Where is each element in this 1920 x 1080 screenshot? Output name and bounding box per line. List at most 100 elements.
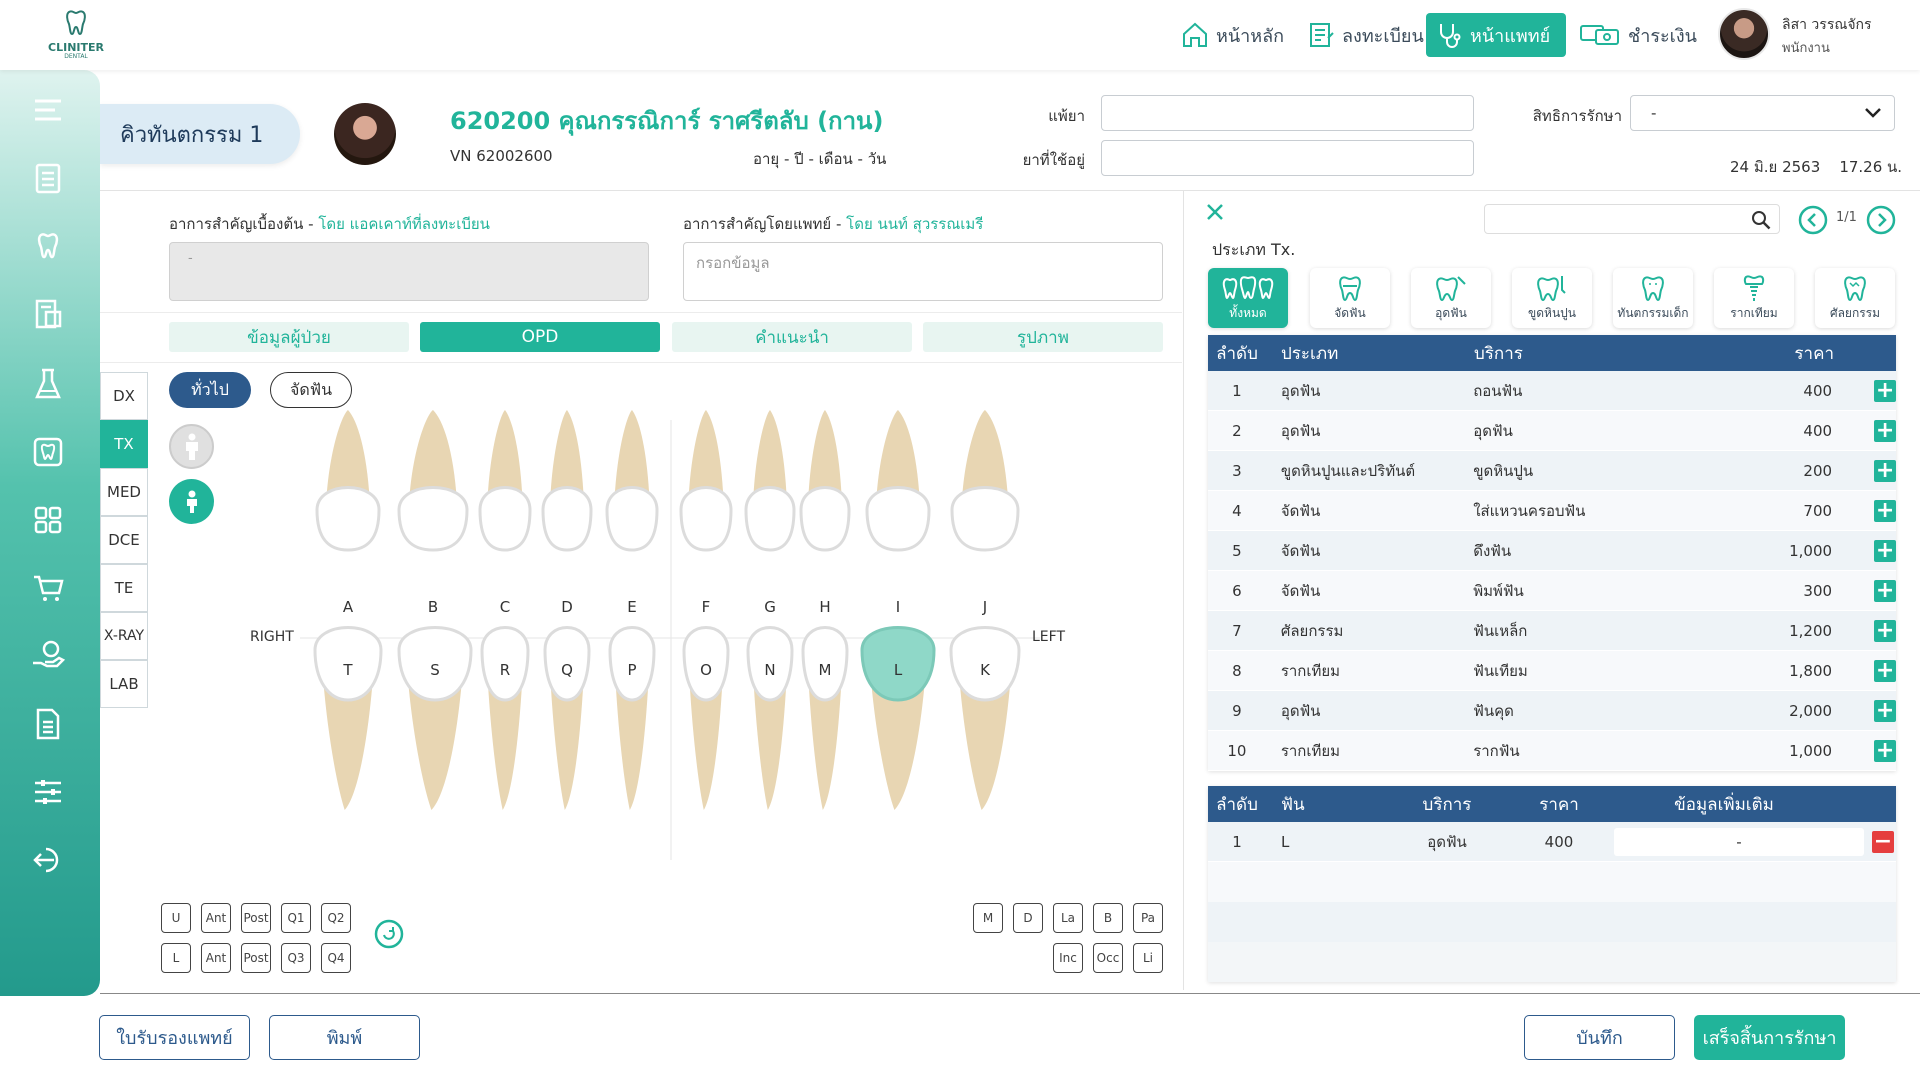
medical-certificate-button[interactable]: ใบรับรองแพทย์ — [99, 1015, 250, 1060]
tab-patient-info[interactable]: ข้อมูลผู้ป่วย — [169, 322, 409, 352]
quad-button-q2[interactable]: Q2 — [321, 903, 351, 933]
tooth-h[interactable] — [799, 410, 851, 552]
quad-button-post-lower[interactable]: Post — [241, 943, 271, 973]
tooth-t[interactable] — [313, 626, 383, 811]
document-icon[interactable] — [30, 706, 66, 742]
adult-mode-button[interactable] — [169, 424, 214, 469]
quad-button-ant-upper[interactable]: Ant — [201, 903, 231, 933]
mode-general-button[interactable]: ทั่วไป — [169, 372, 251, 408]
next-page-button[interactable] — [1866, 205, 1896, 239]
add-service-button[interactable]: + — [1874, 499, 1896, 522]
cart-icon[interactable] — [30, 570, 66, 606]
quad-button-q1[interactable]: Q1 — [281, 903, 311, 933]
close-panel-button[interactable] — [1205, 202, 1225, 226]
surface-button-pa[interactable]: Pa — [1133, 903, 1163, 933]
tooth-j[interactable] — [950, 410, 1020, 552]
surface-button-d[interactable]: D — [1013, 903, 1043, 933]
sliders-icon[interactable] — [30, 774, 66, 810]
print-button[interactable]: พิมพ์ — [269, 1015, 420, 1060]
treatment-search-input[interactable] — [1484, 204, 1780, 234]
save-button[interactable]: บันทึก — [1524, 1015, 1675, 1060]
category-implant[interactable]: รากเทียม — [1714, 268, 1794, 328]
tooth-l[interactable] — [860, 626, 936, 811]
side-tab-dx[interactable]: DX — [100, 372, 148, 420]
tooth-i[interactable] — [865, 410, 931, 552]
nav-home[interactable]: หน้าหลัก — [1172, 13, 1292, 57]
add-service-button[interactable]: + — [1874, 579, 1896, 602]
add-service-button[interactable]: + — [1874, 419, 1896, 442]
category-kids[interactable]: ทันตกรรมเด็ก — [1613, 268, 1693, 328]
quad-button-ant-lower[interactable]: Ant — [201, 943, 231, 973]
tooth-a[interactable] — [315, 410, 381, 552]
tooth-icon[interactable] — [30, 228, 66, 264]
side-tab-tx[interactable]: TX — [100, 420, 148, 468]
surface-button-m[interactable]: M — [973, 903, 1003, 933]
tooth-chart[interactable] — [240, 410, 1060, 870]
nav-register[interactable]: ลงทะเบียน — [1298, 13, 1432, 57]
sel-row-note-input[interactable]: - — [1614, 827, 1864, 856]
tooth-b[interactable] — [397, 410, 469, 552]
side-tab-lab[interactable]: LAB — [100, 660, 148, 708]
add-service-button[interactable]: + — [1874, 659, 1896, 682]
surface-button-b[interactable]: B — [1093, 903, 1123, 933]
tooth-g[interactable] — [744, 410, 796, 552]
doctor-symptom-input[interactable]: กรอกข้อมูล — [683, 242, 1163, 301]
tab-opd[interactable]: OPD — [420, 322, 660, 352]
side-tab-xray[interactable]: X-RAY — [100, 612, 148, 660]
prev-page-button[interactable] — [1798, 205, 1828, 239]
add-service-button[interactable]: + — [1874, 379, 1896, 402]
category-scaling[interactable]: ขูดหินปูน — [1512, 268, 1592, 328]
tooth-r[interactable] — [480, 626, 530, 811]
tooth-o[interactable] — [682, 626, 730, 811]
tooth-card-icon[interactable] — [30, 434, 66, 470]
tooth-q[interactable] — [543, 626, 591, 811]
tab-advice[interactable]: คำแนะนำ — [672, 322, 912, 352]
add-service-button[interactable]: + — [1874, 699, 1896, 722]
nav-payment[interactable]: ชำระเงิน — [1570, 13, 1705, 57]
clipboard-icon[interactable] — [30, 160, 66, 196]
tooth-k[interactable] — [949, 626, 1021, 811]
register-card-icon[interactable] — [30, 296, 66, 332]
logout-icon[interactable] — [30, 842, 66, 878]
surface-button-occ[interactable]: Occ — [1093, 943, 1123, 973]
user-avatar[interactable] — [1718, 8, 1770, 60]
tooth-f[interactable] — [679, 410, 733, 552]
tab-images[interactable]: รูปภาพ — [923, 322, 1163, 352]
flask-icon[interactable] — [30, 366, 66, 402]
quad-button-u[interactable]: U — [161, 903, 191, 933]
current-meds-input[interactable] — [1101, 140, 1474, 176]
tooth-n[interactable] — [746, 626, 794, 811]
finish-treatment-button[interactable]: เสร็จสิ้นการรักษา — [1694, 1015, 1845, 1060]
reset-button[interactable] — [373, 918, 405, 954]
nav-doctor[interactable]: หน้าแพทย์ — [1426, 13, 1566, 57]
tooth-e[interactable] — [605, 410, 659, 552]
add-service-button[interactable]: + — [1874, 459, 1896, 482]
tooth-m[interactable] — [801, 626, 849, 811]
add-service-button[interactable]: + — [1874, 619, 1896, 642]
tooth-c[interactable] — [478, 410, 532, 552]
mode-ortho-button[interactable]: จัดฟัน — [270, 372, 352, 408]
quad-button-post-upper[interactable]: Post — [241, 903, 271, 933]
surface-button-inc[interactable]: Inc — [1053, 943, 1083, 973]
remove-row-button[interactable]: − — [1872, 830, 1894, 853]
category-surgery[interactable]: ศัลยกรรม — [1815, 268, 1895, 328]
tooth-s[interactable] — [397, 626, 473, 811]
category-all[interactable]: ทั้งหมด — [1208, 268, 1288, 328]
add-service-button[interactable]: + — [1874, 539, 1896, 562]
add-service-button[interactable]: + — [1874, 739, 1896, 762]
surface-button-la[interactable]: La — [1053, 903, 1083, 933]
category-filling[interactable]: อุดฟัน — [1411, 268, 1491, 328]
allergy-input[interactable] — [1101, 95, 1474, 131]
category-ortho[interactable]: จัดฟัน — [1310, 268, 1390, 328]
side-tab-med[interactable]: MED — [100, 468, 148, 516]
surface-button-li[interactable]: Li — [1133, 943, 1163, 973]
grid-icon[interactable] — [30, 502, 66, 538]
side-tab-dce[interactable]: DCE — [100, 516, 148, 564]
side-tab-te[interactable]: TE — [100, 564, 148, 612]
tooth-p[interactable] — [608, 626, 656, 811]
tooth-d[interactable] — [541, 410, 593, 552]
quad-button-q3[interactable]: Q3 — [281, 943, 311, 973]
clinic-logo[interactable]: CLINITER DENTAL — [46, 8, 106, 64]
quad-button-q4[interactable]: Q4 — [321, 943, 351, 973]
quad-button-l[interactable]: L — [161, 943, 191, 973]
